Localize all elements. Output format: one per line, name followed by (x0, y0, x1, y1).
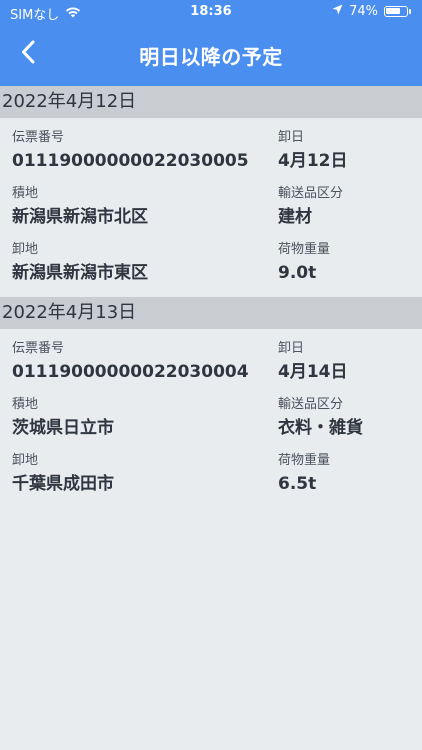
unloading-place-field: 卸地 千葉県成田市 (12, 453, 114, 495)
battery-icon (384, 6, 411, 17)
battery-level-fill (386, 8, 400, 14)
unload-date-value: 4月14日 (278, 362, 348, 382)
unloading-place-value: 千葉県成田市 (12, 474, 114, 494)
loading-place-label: 積地 (12, 186, 39, 201)
unloading-place-field: 卸地 新潟県新潟市東区 (12, 242, 148, 284)
unload-date-label: 卸日 (278, 130, 305, 145)
battery-percent: 74% (349, 4, 378, 19)
weight-field: 荷物重量 6.5t (278, 453, 330, 495)
category-value: 建材 (278, 207, 312, 227)
date-header: 2022年4月12日 (0, 86, 422, 118)
weight-value: 9.0t (278, 263, 317, 283)
unloading-place-label: 卸地 (12, 242, 39, 257)
category-label: 輸送品区分 (278, 186, 344, 201)
category-value: 衣料・雑貨 (278, 418, 363, 438)
loading-place-value: 茨城県日立市 (12, 418, 114, 438)
category-field: 輸送品区分 建材 (278, 186, 343, 228)
category-label: 輸送品区分 (278, 397, 344, 412)
shipment-card[interactable]: 伝票番号 01119000000022030005 卸日 4月12日 積地 新潟… (0, 118, 422, 296)
unload-date-field: 卸日 4月14日 (278, 341, 348, 383)
category-field: 輸送品区分 衣料・雑貨 (278, 397, 363, 439)
unload-date-label: 卸日 (278, 341, 305, 356)
unload-date-field: 卸日 4月12日 (278, 130, 348, 172)
weight-label: 荷物重量 (278, 242, 331, 257)
slip-number-label: 伝票番号 (12, 130, 65, 145)
nav-bar: 明日以降の予定 (0, 24, 422, 86)
loading-place-value: 新潟県新潟市北区 (12, 207, 148, 227)
page-title: 明日以降の予定 (139, 45, 283, 69)
loading-place-label: 積地 (12, 397, 39, 412)
weight-field: 荷物重量 9.0t (278, 242, 330, 284)
shipment-card[interactable]: 伝票番号 01119000000022030004 卸日 4月14日 積地 茨城… (0, 329, 422, 507)
loading-place-field: 積地 茨城県日立市 (12, 397, 114, 439)
status-right: 74% (332, 4, 411, 19)
slip-number-field: 伝票番号 01119000000022030005 (12, 130, 249, 172)
date-header: 2022年4月13日 (0, 297, 422, 329)
status-bar: SIMなし 18:36 74% (0, 0, 422, 24)
unloading-place-value: 新潟県新潟市東区 (12, 263, 148, 283)
loading-place-field: 積地 新潟県新潟市北区 (12, 186, 148, 228)
location-arrow-icon (332, 4, 343, 19)
slip-number-label: 伝票番号 (12, 341, 65, 356)
weight-label: 荷物重量 (278, 453, 331, 468)
slip-number-value: 01119000000022030004 (12, 362, 249, 382)
slip-number-field: 伝票番号 01119000000022030004 (12, 341, 249, 383)
unloading-place-label: 卸地 (12, 453, 39, 468)
weight-value: 6.5t (278, 474, 317, 494)
unload-date-value: 4月12日 (278, 151, 348, 171)
app-header: SIMなし 18:36 74% 明日以降の予定 (0, 0, 422, 86)
slip-number-value: 01119000000022030005 (12, 151, 249, 171)
